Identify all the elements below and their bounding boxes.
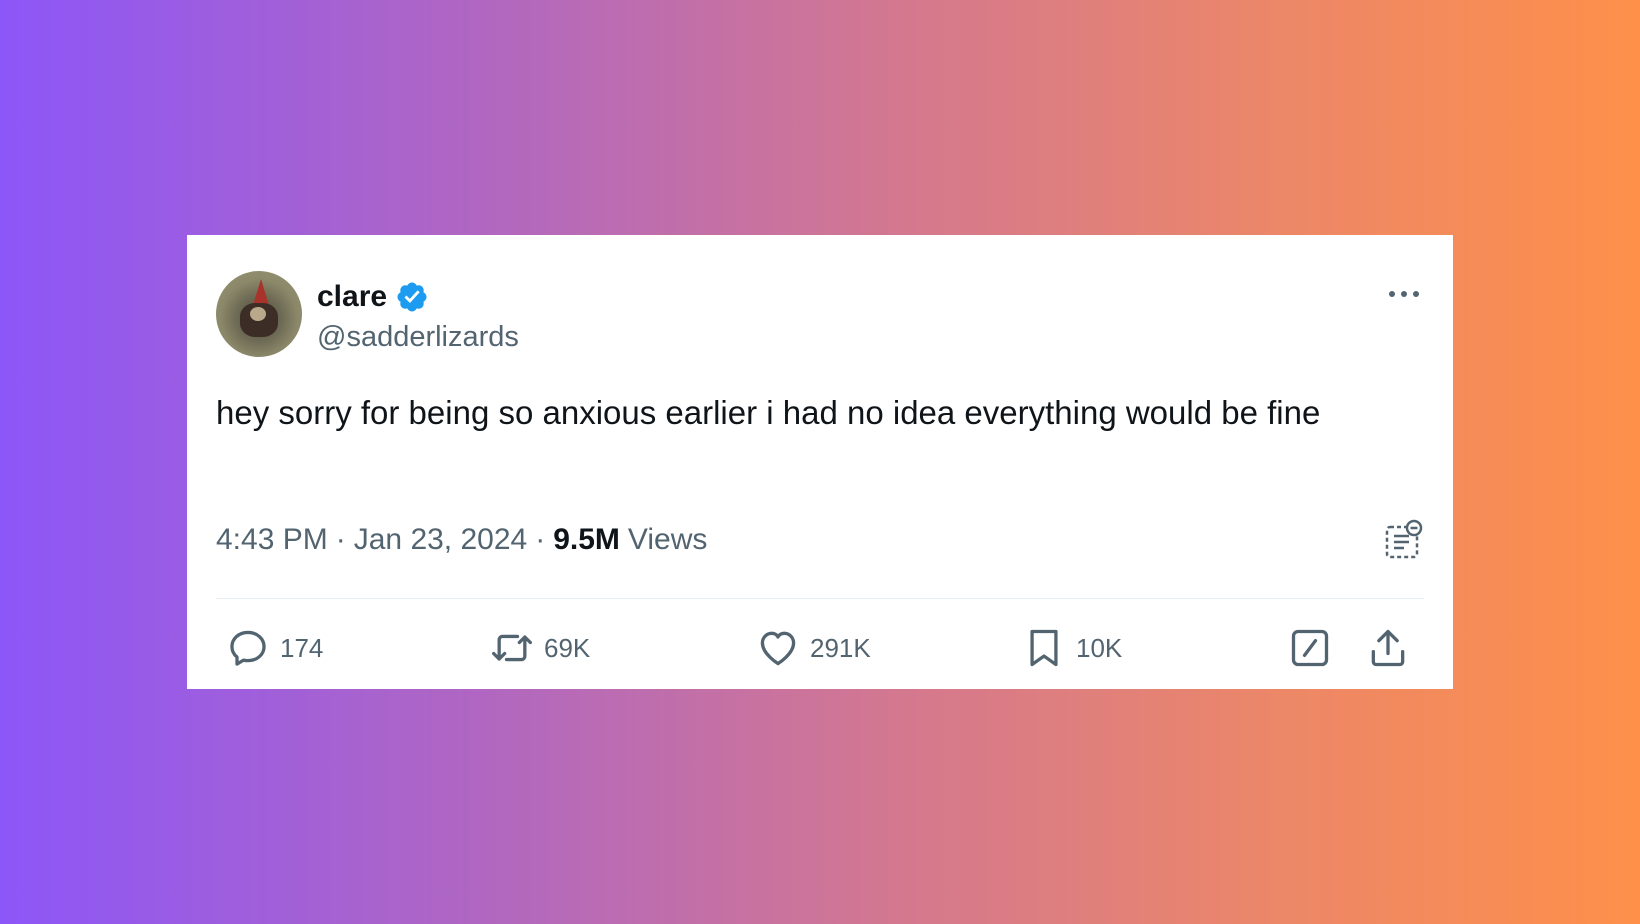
reply-count: 174 xyxy=(280,632,324,663)
retweet-icon xyxy=(492,634,532,662)
meta-separator: · xyxy=(335,523,346,556)
divider xyxy=(216,598,1424,599)
bookmark-icon xyxy=(1030,629,1058,667)
edit-icon xyxy=(1291,629,1329,667)
retweet-button[interactable]: 69K xyxy=(490,623,590,673)
author-name[interactable]: clare xyxy=(317,280,387,314)
like-count: 291K xyxy=(810,632,871,663)
verified-badge-icon xyxy=(397,282,427,312)
tweet-time[interactable]: 4:43 PM xyxy=(216,523,328,557)
tweet-card: clare @sadderlizards hey sorry for being… xyxy=(187,235,1453,689)
tweet-text: hey sorry for being so anxious earlier i… xyxy=(216,394,1321,431)
author-handle[interactable]: @sadderlizards xyxy=(317,321,519,354)
meta-separator: · xyxy=(535,523,546,556)
share-icon xyxy=(1371,629,1405,667)
like-button[interactable]: 291K xyxy=(756,623,871,673)
views-label: Views xyxy=(627,523,708,556)
retweet-count: 69K xyxy=(544,632,591,663)
tweet-header: clare @sadderlizards xyxy=(216,270,1424,357)
avatar[interactable] xyxy=(216,271,302,357)
summary-icon[interactable] xyxy=(1385,519,1423,559)
edit-button[interactable] xyxy=(1288,623,1332,673)
more-horizontal-icon[interactable] xyxy=(1384,284,1424,304)
heart-icon xyxy=(760,631,796,666)
tweet-date[interactable]: Jan 23, 2024 xyxy=(354,523,527,557)
reply-icon xyxy=(230,630,266,666)
action-bar: 174 69K 291K 10K xyxy=(216,623,1424,673)
tweet-meta: 4:43 PM · Jan 23, 2024 · 9.5M Views xyxy=(216,523,707,557)
views-count: 9.5M xyxy=(553,523,620,556)
bookmark-button[interactable]: 10K xyxy=(1022,623,1122,673)
author-name-row: clare xyxy=(317,280,429,314)
bookmark-count: 10K xyxy=(1076,632,1123,663)
reply-button[interactable]: 174 xyxy=(226,623,323,673)
share-button[interactable] xyxy=(1366,623,1410,673)
